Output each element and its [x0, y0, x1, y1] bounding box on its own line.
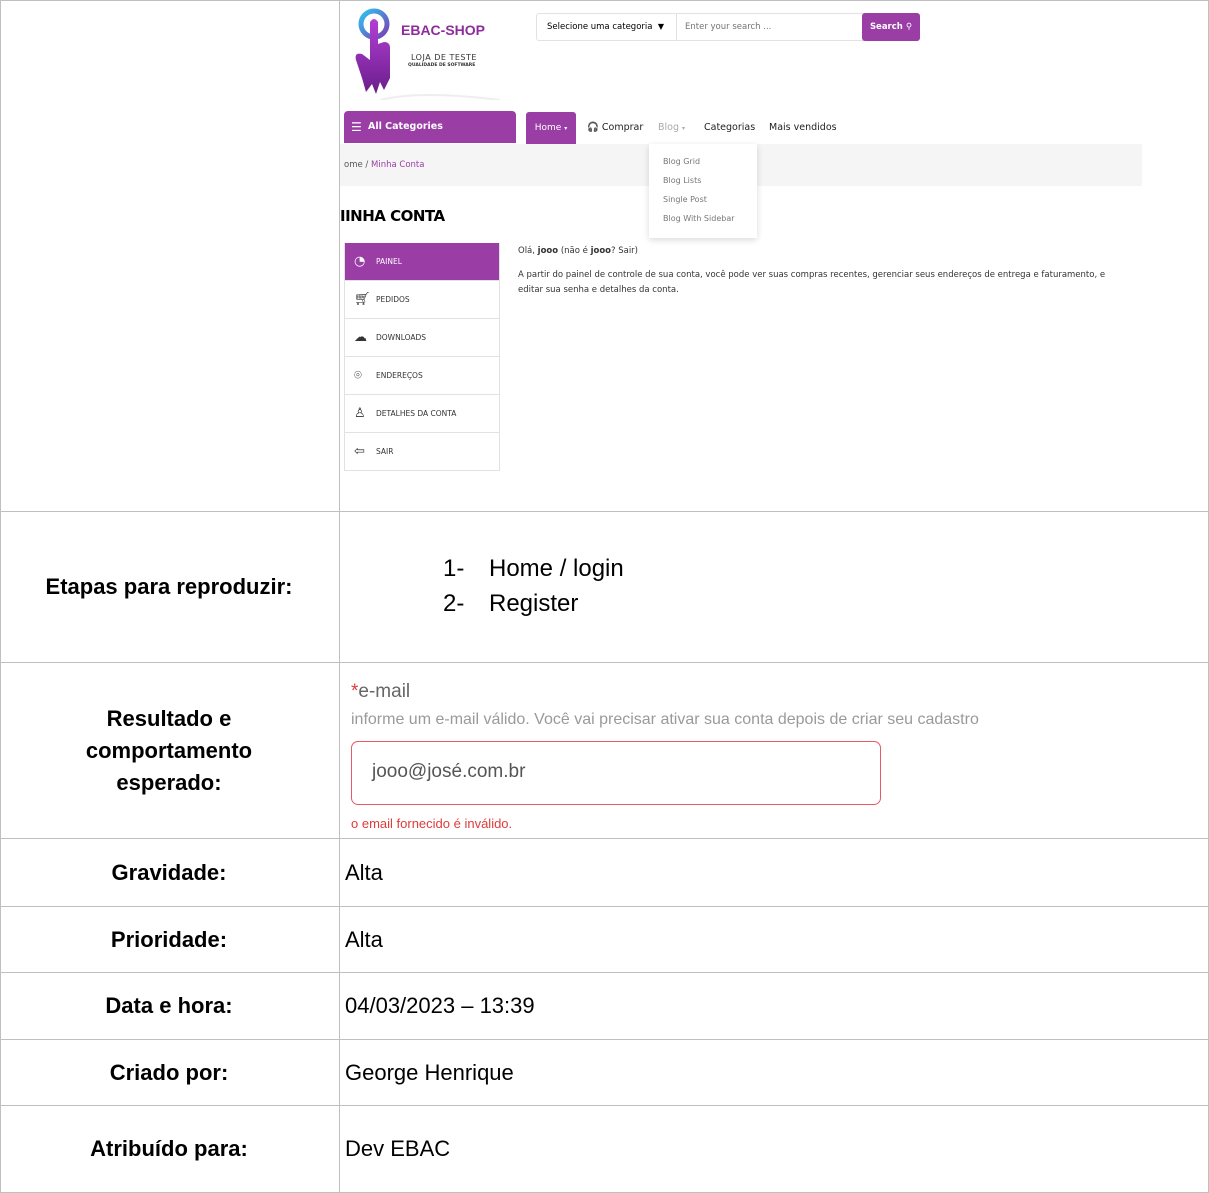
search-bar: Selecione uma categoria ▼ Search ⚲ [536, 13, 920, 41]
assigned-to-value: Dev EBAC [345, 1136, 451, 1161]
dashboard-icon: ◔ [354, 254, 366, 269]
assigned-to-label: Atribuído para: [90, 1136, 248, 1161]
nav-home[interactable]: Home ▾ [526, 112, 576, 144]
email-label-text: e-mail [358, 681, 411, 702]
account-menu-painel[interactable]: ◔ PAINEL [345, 243, 499, 280]
search-button-label: Search [869, 22, 903, 32]
dashboard-description: A partir do painel de controle de sua co… [518, 270, 1106, 295]
severity-label: Gravidade: [111, 859, 227, 885]
hamburger-icon: ☰ [351, 120, 362, 134]
created-by-label: Criado por: [109, 1059, 229, 1085]
headset-icon: 🎧 [587, 122, 599, 133]
account-menu-label: PAINEL [376, 257, 402, 266]
caret-down-icon: ▼ [657, 22, 664, 31]
step-text: Home / login [489, 555, 624, 582]
nav-blog[interactable]: Blog ▾ [658, 112, 685, 144]
blog-menu-item[interactable]: Blog Lists [649, 171, 757, 190]
expected-label: Resultado e comportamento esperado: [85, 705, 253, 795]
shop-screenshot: EBAC-SHOP LOJA DE TESTE QUALIDADE DE SOF… [340, 0, 1208, 510]
nav-mais-vendidos[interactable]: Mais vendidos [769, 112, 837, 144]
email-error-message: o email fornecido é inválido. [351, 816, 513, 831]
cart-icon: 🛒︎ [354, 292, 371, 307]
step-item: 2- Register [443, 586, 624, 621]
account-menu-label: DETALHES DA CONTA [376, 409, 457, 418]
welcome-not-user: (não é [560, 246, 588, 256]
datetime-label: Data e hora: [105, 993, 233, 1018]
search-icon: ⚲ [905, 22, 913, 32]
category-select[interactable]: Selecione uma categoria ▼ [537, 14, 677, 40]
breadcrumb: ome / Minha Conta [344, 160, 424, 170]
priority-label: Prioridade: [110, 926, 228, 952]
breadcrumb-home[interactable]: ome [344, 160, 363, 170]
nav-comprar-label: Comprar [601, 122, 644, 133]
nav-categorias[interactable]: Categorias [704, 112, 755, 144]
breadcrumb-current: Minha Conta [371, 160, 425, 170]
account-menu-sair[interactable]: ⇦ SAIR [345, 432, 499, 470]
account-menu-label: SAIR [376, 447, 394, 456]
step-number: 2- [443, 590, 465, 617]
brand-tagline-small: QUALIDADE DE SOFTWARE [408, 63, 476, 68]
cloud-download-icon: ☁︎ [354, 330, 367, 345]
datetime-value: 04/03/2023 – 13:39 [345, 993, 535, 1018]
all-categories-button[interactable]: ☰ All Categories [344, 111, 516, 143]
welcome-message: Olá, jooo (não é jooo? Sair) [518, 246, 638, 256]
page-title: IINHA CONTA [340, 207, 445, 225]
brand-name[interactable]: EBAC-SHOP [401, 22, 485, 38]
logout-icon: ⇦ [354, 444, 365, 459]
account-menu-label: DOWNLOADS [376, 333, 427, 342]
step-text: Register [489, 590, 579, 617]
welcome-username: jooo [537, 246, 559, 256]
blog-menu-item[interactable]: Blog Grid [649, 152, 757, 171]
nav-home-label: Home [534, 123, 562, 133]
caret-down-icon: ▾ [682, 125, 686, 132]
account-menu-label: ENDEREÇOS [376, 371, 423, 380]
welcome-username-2: jooo [590, 246, 611, 256]
search-input[interactable] [683, 14, 859, 40]
blog-dropdown-menu: Blog Grid Blog Lists Single Post Blog Wi… [649, 144, 757, 238]
account-menu-detalhes[interactable]: ♙ DETALHES DA CONTA [345, 394, 499, 432]
search-button[interactable]: Search ⚲ [862, 13, 920, 41]
brand-tagline: LOJA DE TESTE [411, 53, 477, 62]
nav-blog-label: Blog [658, 122, 679, 133]
created-by-value: George Henrique [345, 1059, 514, 1085]
account-menu-label: PEDIDOS [376, 295, 410, 304]
email-hint: informe um e-mail válido. Você vai preci… [351, 711, 979, 728]
all-categories-label: All Categories [368, 121, 443, 132]
logout-link[interactable]: ? Sair) [611, 246, 638, 256]
caret-down-icon: ▾ [564, 125, 568, 132]
account-menu-enderecos[interactable]: ⌾ ENDEREÇOS [345, 356, 499, 394]
blog-menu-item[interactable]: Blog With Sidebar [649, 209, 757, 228]
account-menu: ◔ PAINEL 🛒︎ PEDIDOS ☁︎ DOWNLOADS ⌾ ENDER… [344, 243, 500, 471]
category-select-label: Selecione uma categoria [547, 22, 653, 32]
account-menu-pedidos[interactable]: 🛒︎ PEDIDOS [345, 280, 499, 318]
step-number: 1- [443, 555, 465, 582]
steps-list: 1- Home / login 2- Register [443, 551, 624, 621]
user-icon: ♙ [354, 406, 366, 421]
steps-label: Etapas para reproduzir: [45, 574, 293, 599]
nav-comprar[interactable]: 🎧 Comprar [587, 112, 643, 144]
severity-value: Alta [345, 859, 383, 885]
welcome-prefix: Olá, [518, 246, 535, 256]
email-field[interactable]: jooo@josé.com.br [351, 741, 881, 805]
breadcrumb-separator: / [365, 160, 369, 170]
email-field-label: *e-mail [351, 681, 410, 703]
location-pin-icon: ⌾ [354, 368, 362, 383]
account-menu-downloads[interactable]: ☁︎ DOWNLOADS [345, 318, 499, 356]
step-item: 1- Home / login [443, 551, 624, 586]
blog-menu-item[interactable]: Single Post [649, 190, 757, 209]
priority-value: Alta [345, 926, 383, 952]
